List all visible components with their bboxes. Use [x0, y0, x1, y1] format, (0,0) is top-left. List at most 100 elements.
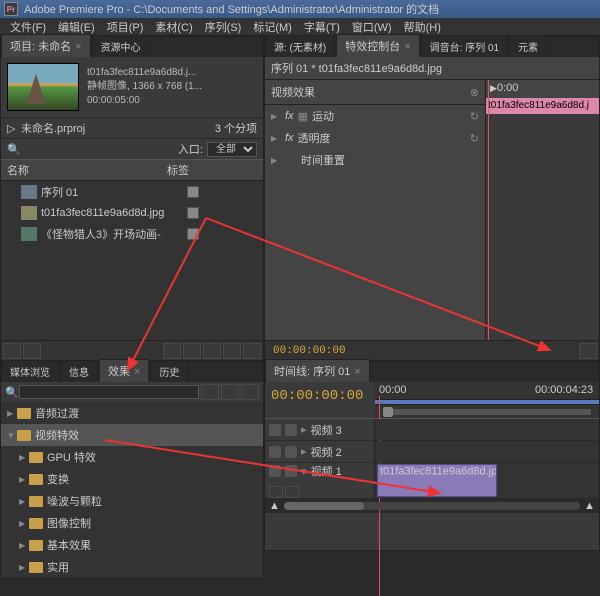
- col-name[interactable]: 名称: [7, 162, 167, 178]
- tab-mixer[interactable]: 调音台: 序列 01: [421, 35, 508, 57]
- folder-icon: [29, 496, 43, 507]
- menu-project[interactable]: 项目(P): [101, 19, 150, 35]
- lock-icon[interactable]: [285, 424, 297, 436]
- playhead[interactable]: [488, 80, 489, 340]
- project-filename: 未命名.prproj: [21, 120, 85, 136]
- folder-utility[interactable]: ▶实用: [1, 556, 263, 578]
- tab-effects[interactable]: 效果×: [99, 359, 149, 382]
- menu-file[interactable]: 文件(F): [4, 19, 52, 35]
- timeline-clip[interactable]: t01fa3fec811e9a6d8d.jpg: [377, 464, 497, 497]
- list-item[interactable]: t01fa3fec811e9a6d8d.jpg: [1, 203, 263, 223]
- effect-opacity[interactable]: ▶fx 透明度 ↻: [265, 127, 485, 149]
- folder-transform[interactable]: ▶变换: [1, 468, 263, 490]
- delete-button[interactable]: [243, 343, 261, 359]
- tab-info[interactable]: 信息: [60, 360, 98, 382]
- tab-media-browser[interactable]: 媒体浏览: [1, 360, 59, 382]
- menu-window[interactable]: 窗口(W): [346, 19, 398, 35]
- find-button[interactable]: [183, 343, 201, 359]
- folder-audio-transitions[interactable]: ▶音频过渡: [1, 402, 263, 424]
- menu-marker[interactable]: 标记(M): [247, 19, 298, 35]
- title-bar: Pr Adobe Premiere Pro - C:\Documents and…: [0, 0, 600, 18]
- label-swatch[interactable]: [187, 207, 199, 219]
- menu-sequence[interactable]: 序列(S): [199, 19, 248, 35]
- in-label: 入口:: [178, 141, 203, 157]
- tab-source[interactable]: 源: (无素材): [265, 35, 335, 57]
- tab-project[interactable]: 项目: 未命名×: [1, 34, 91, 57]
- work-area-bar[interactable]: [375, 404, 599, 418]
- video-effects-label: 视频效果: [271, 84, 470, 100]
- app-logo: Pr: [4, 2, 18, 16]
- toggle-icon[interactable]: ⊗: [470, 86, 479, 99]
- image-icon: [21, 206, 37, 220]
- folder-icon: [29, 562, 43, 573]
- track-btn[interactable]: [269, 486, 283, 498]
- list-item[interactable]: 序列 01: [1, 181, 263, 203]
- new-bin-button[interactable]: [203, 343, 221, 359]
- source-tabs: 源: (无素材) 特效控制台× 调音台: 序列 01 元素: [265, 37, 599, 57]
- track-btn[interactable]: [285, 486, 299, 498]
- effect-time-remap[interactable]: ▶ 时间重置: [265, 149, 485, 171]
- effect-motion[interactable]: ▶fx ▦ 运动 ↻: [265, 105, 485, 127]
- fx-filter-button[interactable]: [241, 384, 259, 400]
- tab-timeline[interactable]: 时间线: 序列 01×: [265, 359, 370, 382]
- folder-basic[interactable]: ▶基本效果: [1, 534, 263, 556]
- timeline-timecode[interactable]: 00:00:00:00: [265, 382, 375, 418]
- title-text: Adobe Premiere Pro - C:\Documents and Se…: [24, 1, 439, 17]
- folder-icon: [29, 518, 43, 529]
- item-count: 3 个分项: [215, 120, 257, 136]
- folder-icon: [17, 430, 31, 441]
- in-select[interactable]: 全部: [207, 142, 257, 157]
- eye-icon[interactable]: [269, 424, 281, 436]
- eye-icon[interactable]: [269, 465, 281, 477]
- zoom-slider[interactable]: ▲▲: [265, 499, 599, 513]
- tab-history[interactable]: 历史: [150, 360, 188, 382]
- folder-icon: [29, 540, 43, 551]
- folder-noise[interactable]: ▶噪波与颗粒: [1, 490, 263, 512]
- reset-icon[interactable]: ↻: [470, 110, 479, 123]
- search-icon[interactable]: 🔍: [7, 143, 21, 156]
- clip-bar[interactable]: t01fa3fec811e9a6d8d.j: [486, 98, 599, 114]
- lock-icon[interactable]: [285, 465, 297, 477]
- tab-meta[interactable]: 元素: [509, 35, 547, 57]
- list-view-button[interactable]: [3, 343, 21, 359]
- label-swatch[interactable]: [187, 186, 199, 198]
- icon-view-button[interactable]: [23, 343, 41, 359]
- fx-filter-button[interactable]: [221, 384, 239, 400]
- new-item-button[interactable]: [223, 343, 241, 359]
- project-toolbar: [1, 340, 263, 360]
- track-video2[interactable]: ▸视频 2: [265, 441, 599, 463]
- clip-meta: 静帧图像, 1366 x 768 (1...: [87, 80, 202, 94]
- folder-image-control[interactable]: ▶图像控制: [1, 512, 263, 534]
- tab-effect-controls[interactable]: 特效控制台×: [336, 34, 419, 57]
- audio-icon: [21, 227, 37, 241]
- menu-title[interactable]: 字幕(T): [298, 19, 346, 35]
- label-swatch[interactable]: [187, 228, 199, 240]
- search-icon: 🔍: [5, 386, 19, 399]
- track-video1[interactable]: ▾视频 1 t01fa3fec811e9a6d8d.jpg: [265, 463, 599, 499]
- menu-clip[interactable]: 素材(C): [149, 19, 198, 35]
- folder-gpu[interactable]: ▶GPU 特效: [1, 446, 263, 468]
- clip-name: t01fa3fec811e9a6d8d.j...: [87, 66, 202, 80]
- effect-header: 序列 01 * t01fa3fec811e9a6d8d.jpg: [271, 60, 442, 76]
- reset-icon[interactable]: ↻: [470, 132, 479, 145]
- list-item[interactable]: 《怪物猎人3》开场动画-: [1, 223, 263, 245]
- eye-icon[interactable]: [269, 446, 281, 458]
- fx-filter-button[interactable]: [201, 384, 219, 400]
- browser-tabs: 媒体浏览 信息 效果× 历史: [1, 362, 263, 382]
- timeline-tabs: 时间线: 序列 01×: [265, 362, 599, 382]
- effect-timecode[interactable]: 00:00:00:00: [267, 345, 352, 357]
- clip-thumbnail[interactable]: [7, 63, 79, 111]
- tab-resource[interactable]: 资源中心: [92, 35, 150, 57]
- menu-edit[interactable]: 编辑(E): [52, 19, 101, 35]
- folder-icon: [29, 474, 43, 485]
- auto-seq-button[interactable]: [163, 343, 181, 359]
- folder-video-effects[interactable]: ▼视频特效: [1, 424, 263, 446]
- menu-help[interactable]: 帮助(H): [398, 19, 447, 35]
- track-video3[interactable]: ▸视频 3: [265, 419, 599, 441]
- toggle-button[interactable]: [579, 343, 597, 359]
- folder-icon: [29, 452, 43, 463]
- lock-icon[interactable]: [285, 446, 297, 458]
- effects-search-input[interactable]: [19, 385, 199, 399]
- col-label[interactable]: 标签: [167, 162, 189, 178]
- timeline-ruler[interactable]: 00:00 00:00:04:23: [375, 382, 599, 400]
